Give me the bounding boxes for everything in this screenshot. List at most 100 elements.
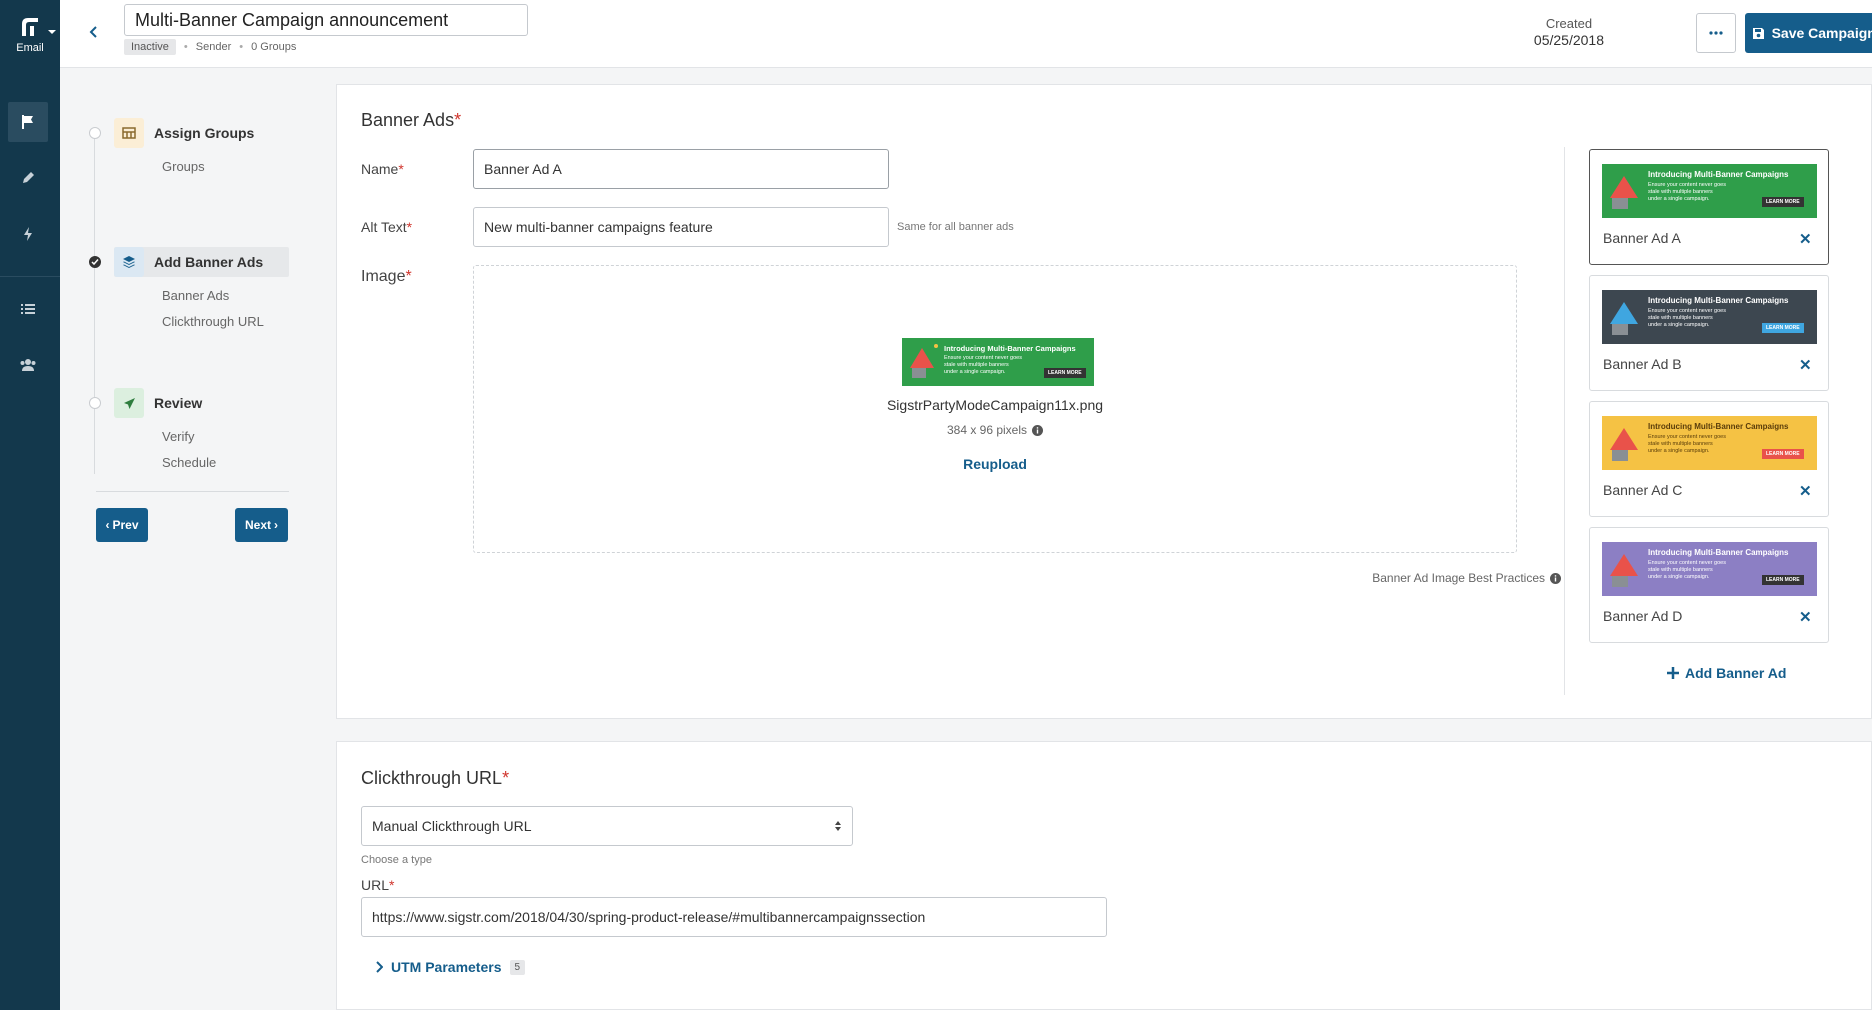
add-banner-ad-button[interactable]: Add Banner Ad — [1667, 665, 1786, 681]
chevron-down-icon[interactable] — [48, 30, 56, 34]
close-icon[interactable]: ✕ — [1799, 482, 1812, 500]
step-node — [89, 397, 101, 409]
utm-parameters-toggle[interactable]: UTM Parameters 5 — [375, 959, 526, 975]
groups-grid-icon — [114, 118, 144, 148]
substep-groups[interactable]: Groups — [162, 159, 205, 174]
close-icon[interactable]: ✕ — [1799, 230, 1812, 248]
banner-ad-card[interactable]: Introducing Multi-Banner Campaigns Ensure… — [1589, 401, 1829, 517]
required-marker: * — [405, 268, 412, 285]
clickthrough-type-select[interactable]: Manual Clickthrough URL — [361, 806, 853, 846]
step-add-banner-ads[interactable]: Add Banner Ads — [114, 247, 289, 277]
label-text: Image — [361, 268, 406, 285]
banner-ad-thumbnail: Introducing Multi-Banner Campaigns Ensure… — [1602, 416, 1817, 470]
campaign-header: Inactive • Sender • 0 Groups Created 05/… — [60, 0, 1872, 68]
banner-ad-card[interactable]: Introducing Multi-Banner Campaigns Ensure… — [1589, 149, 1829, 265]
close-icon[interactable]: ✕ — [1799, 608, 1812, 626]
chevron-right-icon — [376, 961, 383, 973]
save-campaign-button[interactable]: Save Campaign & Exit — [1745, 13, 1872, 53]
thumb-line-3: under a single campaign. — [1648, 322, 1710, 328]
type-hint: Choose a type — [361, 854, 432, 866]
step-assign-groups[interactable]: Assign Groups — [114, 118, 289, 148]
banner-name-input[interactable]: Banner Ad A — [473, 149, 889, 189]
required-marker: * — [398, 161, 404, 177]
substep-clickthrough-url[interactable]: Clickthrough URL — [162, 314, 264, 329]
prev-button[interactable]: ‹ Prev — [96, 508, 148, 542]
steps-track — [94, 132, 95, 474]
step-title: Review — [154, 395, 203, 411]
best-practices-text: Banner Ad Image Best Practices — [1372, 571, 1545, 585]
thumb-title: Introducing Multi-Banner Campaigns — [1648, 422, 1789, 431]
step-review[interactable]: Review — [114, 388, 289, 418]
thumb-line-3: under a single campaign. — [1648, 448, 1710, 454]
thumb-line-2: stale with multiple banners — [1648, 189, 1713, 195]
required-marker: * — [406, 219, 413, 235]
next-label: Next — [244, 518, 271, 532]
campaign-title-input[interactable] — [124, 4, 528, 36]
clickthrough-card: Clickthrough URL* Manual Clickthrough UR… — [336, 741, 1872, 1010]
info-icon[interactable] — [1032, 424, 1044, 436]
automation-nav-item[interactable] — [8, 214, 48, 254]
banner-ad-thumbnail: Introducing Multi-Banner Campaigns Ensure… — [1602, 290, 1817, 344]
next-button[interactable]: Next › — [235, 508, 288, 542]
megaphone-illustration-icon — [1610, 554, 1638, 587]
banner-ad-card[interactable]: Introducing Multi-Banner Campaigns Ensure… — [1589, 275, 1829, 391]
thumb-title: Introducing Multi-Banner Campaigns — [1648, 296, 1789, 305]
close-icon[interactable]: ✕ — [1799, 356, 1812, 374]
back-button[interactable] — [84, 22, 104, 42]
banner-line-2: stale with multiple banners — [944, 362, 1009, 368]
lightning-icon — [24, 227, 32, 241]
design-nav-item[interactable] — [8, 158, 48, 198]
banner-ad-thumbnail: Introducing Multi-Banner Campaigns Ensure… — [1602, 542, 1817, 596]
step-title: Assign Groups — [154, 125, 255, 141]
banner-ad-name: Banner Ad D — [1603, 608, 1683, 624]
image-dropzone[interactable]: Introducing Multi-Banner Campaigns Ensur… — [473, 265, 1517, 553]
campaigns-nav-item[interactable] — [8, 102, 48, 142]
banner-ad-card[interactable]: Introducing Multi-Banner Campaigns Ensure… — [1589, 527, 1829, 643]
alt-text-input[interactable]: New multi-banner campaigns feature — [473, 207, 889, 247]
users-icon — [20, 359, 36, 371]
image-dimensions: 384 x 96 pixels — [474, 423, 1516, 437]
list-nav-item[interactable] — [8, 289, 48, 329]
users-nav-item[interactable] — [8, 345, 48, 385]
alt-text-label: Alt Text* — [361, 219, 412, 235]
required-marker: * — [454, 110, 462, 130]
chevron-left-icon — [89, 26, 97, 38]
image-label: Image* — [361, 268, 412, 286]
pencil-icon — [23, 172, 34, 183]
substep-schedule[interactable]: Schedule — [162, 455, 216, 470]
required-marker: * — [389, 877, 395, 893]
heading-text: Clickthrough URL — [361, 768, 503, 788]
utm-label: UTM Parameters — [391, 959, 502, 975]
rail-divider — [0, 276, 60, 277]
required-marker: * — [502, 768, 510, 788]
info-icon — [1550, 572, 1561, 584]
url-label: URL* — [361, 877, 394, 893]
best-practices-link[interactable]: Banner Ad Image Best Practices — [1372, 571, 1561, 585]
banner-title: Introducing Multi-Banner Campaigns — [944, 344, 1076, 353]
campaign-meta: Inactive • Sender • 0 Groups — [124, 39, 296, 55]
reupload-link[interactable]: Reupload — [474, 456, 1516, 472]
email-app-switcher[interactable]: Email — [0, 14, 60, 54]
utm-count-badge: 5 — [509, 959, 526, 975]
label-text: Alt Text — [361, 219, 407, 235]
more-options-button[interactable] — [1696, 13, 1736, 53]
created-info: Created 05/25/2018 — [1534, 15, 1604, 49]
megaphone-illustration-icon — [1610, 428, 1638, 461]
banner-ad-name: Banner Ad B — [1603, 356, 1682, 372]
substep-verify[interactable]: Verify — [162, 429, 195, 444]
url-input[interactable]: https://www.sigstr.com/2018/04/30/spring… — [361, 897, 1107, 937]
thumb-cta: LEARN MORE — [1762, 575, 1804, 585]
thumb-line-1: Ensure your content never goes — [1648, 308, 1726, 314]
banner-line-3: under a single campaign. — [944, 369, 1006, 375]
groups-count: 0 Groups — [251, 41, 297, 53]
banner-ad-name: Banner Ad C — [1603, 482, 1683, 498]
banner-ad-name: Banner Ad A — [1603, 230, 1681, 246]
created-date: 05/25/2018 — [1533, 32, 1604, 48]
thumb-line-1: Ensure your content never goes — [1648, 182, 1726, 188]
add-label: Add Banner Ad — [1685, 665, 1787, 681]
floppy-disk-icon — [1752, 27, 1764, 39]
step-node-complete — [89, 256, 101, 268]
image-filename: SigstrPartyModeCampaign11x.png — [886, 397, 1104, 413]
banner-cta: LEARN MORE — [1044, 368, 1086, 378]
substep-banner-ads[interactable]: Banner Ads — [162, 288, 229, 303]
